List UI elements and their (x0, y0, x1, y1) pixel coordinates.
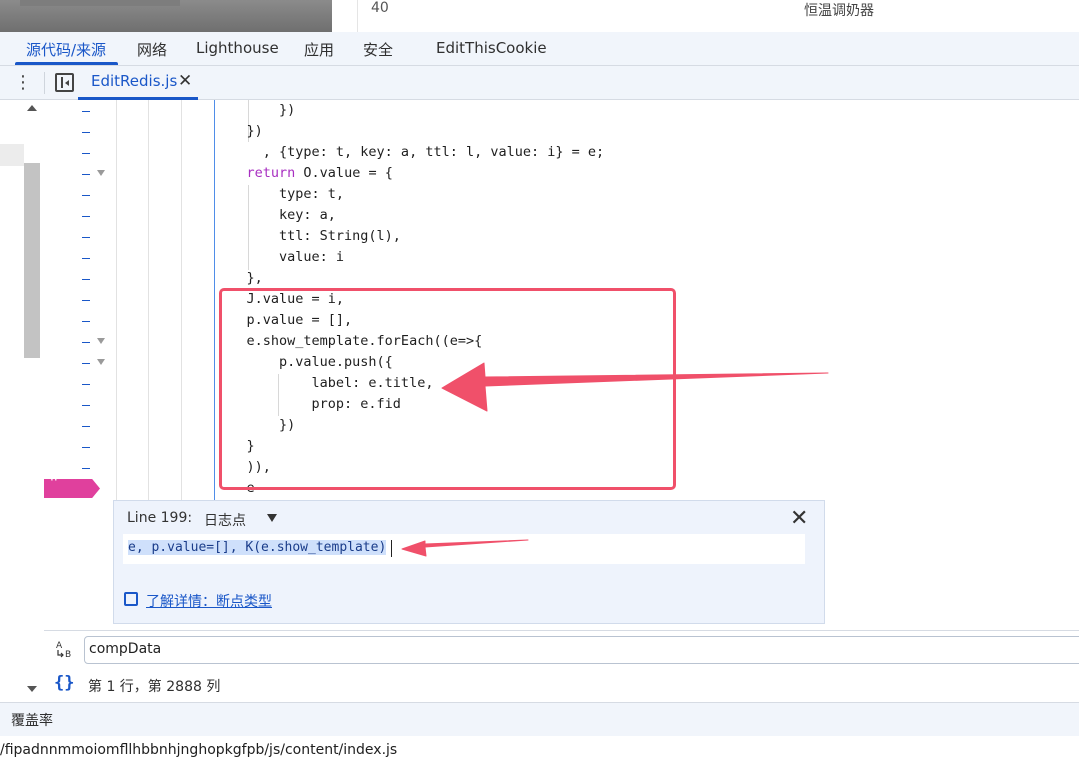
active-tab-indicator (15, 62, 118, 65)
search-value[interactable]: compData (89, 641, 161, 657)
gutter-dash (82, 342, 90, 343)
page-device-name: 恒温调奶器 (804, 3, 874, 19)
close-icon[interactable]: ✕ (790, 506, 808, 531)
file-tab-name[interactable]: EditRedis.js (91, 72, 177, 90)
coverage-url[interactable]: /fipadnnmmoiomfllhbbnhjnghopkgfpb/js/con… (0, 742, 397, 758)
logpoint-dots: ·· (50, 473, 58, 487)
file-tab[interactable]: EditRedis.js ✕ (78, 66, 198, 100)
gutter-dash (82, 426, 90, 427)
indent-guide (181, 100, 182, 500)
scroll-up-icon[interactable] (27, 105, 37, 111)
logpoint-expression-input[interactable]: e, p.value=[], K(e.show_template) (123, 534, 805, 564)
gutter-dash (82, 111, 90, 112)
navigator-selected-row[interactable] (0, 144, 24, 166)
gutter-dash (82, 384, 90, 385)
devtools-tabbar: 源代码/来源 网络 Lighthouse 应用 安全 EditThisCooki… (0, 32, 1079, 66)
pretty-print-icon[interactable]: {} (54, 673, 74, 693)
file-tabbar: ⋮ EditRedis.js ✕ (0, 66, 1079, 100)
page-divider (357, 0, 358, 32)
more-options-icon[interactable]: ⋮ (14, 74, 32, 92)
gutter-dash (82, 279, 90, 280)
svg-text:A: A (56, 641, 63, 651)
search-input[interactable]: compData (84, 636, 1079, 664)
coverage-row[interactable]: /fipadnnmmoiomfllhbbnhjnghopkgfpb/js/con… (0, 736, 1079, 762)
code-line: type: t, (214, 186, 345, 202)
code-line: , {type: t, key: a, ttl: l, value: i} = … (214, 144, 605, 160)
code-line: key: a, (214, 207, 336, 223)
match-case-icon[interactable]: A B (54, 639, 76, 660)
logpoint-editor: Line 199: 日志点 ✕ e, p.value=[], K(e.show_… (113, 500, 825, 624)
keyword-return: return (246, 165, 296, 181)
tab-editthiscookie[interactable]: EditThisCookie (436, 39, 547, 57)
code-line: ttl: String(l), (214, 228, 401, 244)
page-image (0, 0, 332, 32)
indent-guide (116, 100, 117, 500)
logpoint-expression[interactable]: e, p.value=[], K(e.show_template) (128, 540, 387, 555)
tab-application[interactable]: 应用 (304, 39, 334, 60)
tab-network[interactable]: 网络 (137, 39, 167, 60)
tab-lighthouse[interactable]: Lighthouse (196, 39, 279, 57)
code-line: return O.value = { (246, 165, 393, 181)
logpoint-line-label: Line 199: (127, 510, 193, 526)
code-line: }) (214, 102, 296, 118)
scrollbar-thumb[interactable] (24, 163, 40, 358)
chevron-down-icon[interactable] (267, 514, 277, 522)
external-link-icon[interactable] (124, 592, 138, 606)
annotation-highlight-box (219, 288, 676, 490)
gutter-dash (82, 468, 90, 469)
gutter-dash (82, 216, 90, 217)
fold-arrow-icon[interactable] (97, 338, 105, 344)
editor-gutter[interactable] (44, 100, 114, 500)
toolbar-divider (44, 72, 45, 94)
toggle-navigator-icon[interactable] (55, 73, 74, 92)
fold-arrow-icon[interactable] (97, 359, 105, 365)
gutter-dash (82, 237, 90, 238)
page-row-number: 40 (371, 0, 389, 16)
drawer-tabbar: 覆盖率 (0, 702, 1079, 736)
gutter-dash (82, 195, 90, 196)
gutter-dash (82, 363, 90, 364)
code-line: }, (214, 270, 263, 286)
gutter-dash (82, 258, 90, 259)
status-bar: {} 第 1 行，第 2888 列 (44, 668, 1079, 702)
fold-arrow-icon[interactable] (97, 170, 105, 176)
code-line: }) (214, 123, 263, 139)
gutter-dash (82, 132, 90, 133)
close-icon[interactable]: ✕ (178, 71, 192, 91)
gutter-dash (82, 300, 90, 301)
gutter-dash (82, 447, 90, 448)
gutter-dash (82, 321, 90, 322)
tab-security[interactable]: 安全 (363, 39, 393, 60)
scroll-down-icon[interactable] (27, 686, 37, 692)
gutter-dash (82, 174, 90, 175)
search-bar: A B compData (44, 630, 1079, 668)
text-cursor (391, 540, 392, 557)
gutter-dash (82, 153, 90, 154)
tab-coverage[interactable]: 覆盖率 (11, 710, 53, 730)
tab-sources[interactable]: 源代码/来源 (26, 39, 106, 60)
indent-guide (148, 100, 149, 500)
code-line: value: i (214, 249, 345, 265)
page-preview-strip: 40 恒温调奶器 (0, 0, 1079, 32)
gutter-dash (82, 405, 90, 406)
learn-more-link[interactable]: 了解详情：断点类型 (146, 591, 272, 611)
cursor-position: 第 1 行，第 2888 列 (88, 679, 221, 695)
svg-text:B: B (65, 650, 71, 659)
active-indent-guide (214, 100, 215, 500)
breakpoint-type-select[interactable]: 日志点 (204, 510, 246, 530)
